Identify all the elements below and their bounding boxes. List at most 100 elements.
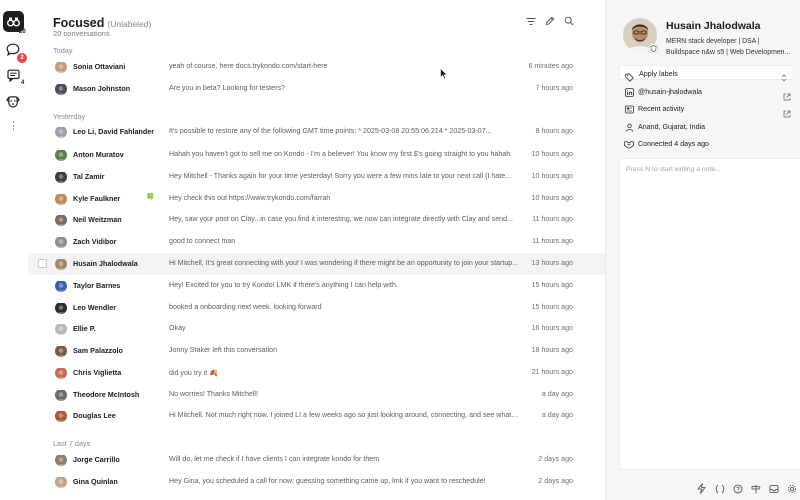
help-bubble-icon[interactable] [732,483,743,494]
avatar [55,214,67,226]
lightning-icon[interactable] [696,483,707,494]
message-preview: good to connect man [169,237,236,245]
connected-text: Connected 4 days ago [638,140,709,148]
contact-name: Neil Weitzman [73,215,122,224]
contact-name: Anton Muratov [73,150,124,159]
conversation-row[interactable]: Sonia Ottaviani yeah of course, here docs… [28,56,605,78]
recent-activity-row[interactable]: Recent activity [619,102,794,118]
conversation-row[interactable]: Kyle Faulkner 🍀 Hey check this out https:/… [28,188,605,210]
contact-name: Leo Wendler [73,303,116,312]
contact-name: Jorge Carrillo [73,455,120,464]
row-checkbox[interactable] [38,259,47,268]
message-preview: Hey, saw your post on Clay...in case you… [169,215,513,223]
contact-name: Leo Li, David Fahlander [73,127,155,136]
rail-count-focused: 20 [19,29,26,35]
conversation-row[interactable]: Mason Johnston Are you in beta? Looking f… [28,78,605,100]
person-icon [624,122,634,132]
avatar [55,476,67,488]
conversation-row[interactable]: Zach Vidibor good to connect man 11 hours … [28,231,605,253]
contact-name: Gina Quinlan [73,477,118,486]
conversation-row[interactable]: Neil Weitzman Hey, saw your post on Clay.… [28,209,605,231]
profile-panel: Husain Jhalodwala MERN stack developer |… [605,0,800,500]
message-timestamp: 7 hours ago [535,84,573,92]
message-timestamp: 15 hours ago [531,303,573,311]
conversation-row[interactable]: Douglas Lee Hi Mitchell. Not much right n… [28,405,605,427]
more-options-icon[interactable]: ⋮ [8,121,19,133]
contact-name: Taylor Barnes [73,281,121,290]
conversation-row[interactable]: Leo Wendler booked a onboarding next week… [28,297,605,319]
message-timestamp: 10 hours ago [531,150,573,158]
conversation-row[interactable]: Gina Quinlan Hey Gina, you scheduled a ca… [28,471,605,493]
compose-icon[interactable] [545,16,555,26]
contact-name: Kyle Faulkner [73,194,121,203]
page-title: Focused [53,16,105,30]
contact-name: Douglas Lee [73,411,116,420]
conversation-row[interactable]: Leo Li, David Fahlander It's possible to … [28,121,605,143]
message-preview: did you try it 🍂 [169,369,219,377]
page-subtitle: (Unlabeled) [107,19,152,29]
signpost-icon[interactable] [750,483,761,494]
linkedin-handle-row[interactable]: @husain-jhalodwala [619,85,794,101]
conversation-row[interactable]: Husain Jhalodwala Hi Mitchell, It's great… [28,253,605,275]
filter-icon[interactable] [526,16,536,26]
avatar [55,193,67,205]
location-text: Anand, Gujarat, India [638,123,706,131]
avatar [55,389,67,401]
left-rail: 20 2 4 ⋮ [0,0,28,500]
message-timestamp: 18 hours ago [531,346,573,354]
contact-name: Sam Palazzolo [73,346,123,355]
message-preview: Hey Mitchell - Thanks again for your tim… [169,172,512,180]
connected-row: Connected 4 days ago [619,137,794,151]
conversation-row[interactable]: Ellie P. Okay 16 hours ago [28,318,605,340]
avatar [55,171,67,183]
message-preview: No worries! Thanks Mitchell! [169,390,258,398]
message-preview: Hi Mitchell. Not much right now. I joine… [169,411,519,419]
conversation-row[interactable]: Tal Zamir Hey Mitchell - Thanks again for… [28,166,605,188]
message-preview: Hey Gina, you scheduled a call for now; … [169,477,486,485]
inbox-icon[interactable] [768,483,779,494]
message-timestamp: 13 hours ago [531,259,573,267]
dog-icon[interactable] [4,92,22,110]
unread-badge: 2 [17,53,27,63]
search-icon[interactable] [564,16,574,26]
message-preview: Hahah you haven't got to sell me on Kond… [169,150,511,158]
conversation-row[interactable]: Theodore McIntosh No worries! Thanks Mitc… [28,384,605,406]
message-preview: Hi Mitchell, It's great connecting with … [169,259,519,267]
braces-icon[interactable] [714,483,725,494]
contact-name: Tal Zamir [73,172,105,181]
avatar [55,345,67,357]
contact-name: Ellie P. [73,324,96,333]
message-timestamp: 8 hours ago [535,127,573,135]
newspaper-icon [624,104,634,114]
conversation-row[interactable]: Sam Palazzolo Jonny Staker left this conv… [28,340,605,362]
contact-name: Husain Jhalodwala [73,259,138,268]
message-timestamp: 10 hours ago [531,194,573,202]
header-actions [526,16,574,26]
note-editor[interactable]: Press N to start writing a note... [619,158,800,470]
conversation-row[interactable]: Jorge Carrillo Will do, let me check if I… [28,449,605,471]
profile-name: Husain Jhalodwala [666,20,761,32]
clover-icon: 🍀 [146,194,155,201]
message-preview: Okay [169,324,186,332]
message-timestamp: 6 minutes ago [528,62,573,70]
avatar [55,126,67,138]
message-timestamp: 21 hours ago [531,368,573,376]
message-timestamp: 2 days ago [538,477,573,485]
linkedin-shield-icon [648,43,659,54]
conversation-row[interactable]: Chris Viglietta did you try it 🍂 21 hours … [28,362,605,384]
avatar [55,61,67,73]
contact-name: Chris Viglietta [73,368,122,377]
conversation-row[interactable]: Taylor Barnes Hey! Excited for you to try… [28,275,605,297]
apply-labels-dropdown[interactable]: Apply labels [619,65,794,82]
message-timestamp: 11 hours ago [532,215,573,223]
conversation-row[interactable]: Anton Muratov Hahah you haven't got to se… [28,144,605,166]
profile-headline: MERN stack developer | DSA | Buildspace … [666,38,791,56]
apply-labels-label: Apply labels [639,69,678,78]
handshake-icon [624,139,634,149]
panel-footer-toolbar [696,483,797,494]
message-square-icon[interactable] [4,66,22,84]
avatar [55,323,67,335]
gear-icon[interactable] [786,483,797,494]
avatar [55,258,67,270]
avatar [55,83,67,95]
